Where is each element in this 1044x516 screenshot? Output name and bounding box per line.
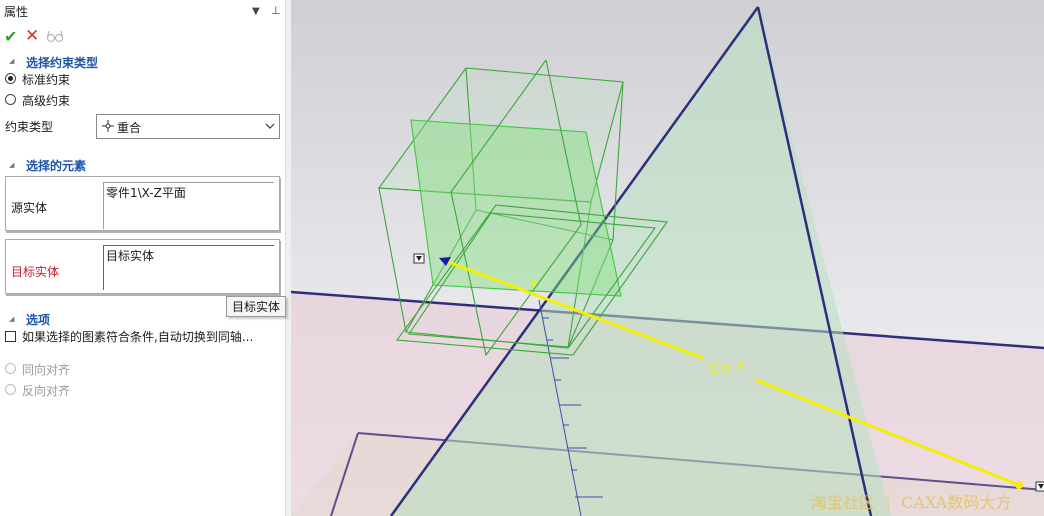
endpoint-marker-icon: [1015, 481, 1023, 489]
source-entity-field[interactable]: 零件1\X-Z平面: [103, 182, 274, 229]
section-title-selected-elements[interactable]: 选择的元素: [26, 157, 86, 174]
panel-title: 属性: [4, 5, 29, 19]
radio-advanced-constraint[interactable]: [5, 94, 16, 105]
close-icon[interactable]: ✕: [25, 26, 39, 46]
source-entity-value: 零件1\X-Z平面: [106, 186, 186, 200]
target-entity-label: 目标实体: [11, 265, 60, 279]
center-point-icon: [531, 280, 537, 286]
watermark: 淘宝社区 ｜ CAXA数码大方: [811, 493, 1011, 512]
section-title-options[interactable]: 选项: [26, 311, 50, 328]
radio-label-standard: 标准约束: [22, 73, 71, 87]
radio-standard-constraint[interactable]: [5, 73, 16, 84]
chevron-down-icon: [265, 120, 275, 134]
radio-label-same-direction: 同向对齐: [22, 363, 71, 377]
radio-label-advanced: 高级约束: [22, 94, 71, 108]
target-entity-field[interactable]: 目标实体: [103, 245, 274, 290]
auto-switch-label: 如果选择的图素符合条件,自动切换到同轴...: [22, 330, 254, 344]
dropdown-marker-icon: [1035, 481, 1044, 492]
collapse-triangle-icon[interactable]: ◢: [9, 57, 14, 65]
section-title-constraint-type[interactable]: 选择约束类型: [26, 54, 98, 71]
constraint-type-value: 重合: [117, 121, 142, 135]
dropdown-triangle-icon[interactable]: ▼: [252, 6, 260, 17]
property-panel: 属性 ▼ ⊥ ✔ ✕ ◢ 选择约束类型 标准约束 高级约束 约束类型 重合 ◢ …: [0, 0, 291, 516]
collapse-triangle-icon[interactable]: ◢: [9, 161, 14, 169]
target-entity-row[interactable]: 目标实体 目标实体: [5, 239, 280, 294]
radio-same-direction[interactable]: [5, 363, 16, 374]
coincident-icon: [101, 119, 115, 136]
constraint-type-select[interactable]: 重合: [96, 114, 280, 139]
tooltip: 目标实体: [226, 296, 287, 317]
tooltip-text: 目标实体: [232, 300, 281, 314]
target-entity-value: 目标实体: [106, 249, 155, 263]
preview-glasses-icon[interactable]: [46, 29, 64, 46]
3d-viewport[interactable]: Cn * 淘宝社区 ｜ CAXA数码大方: [291, 0, 1044, 516]
auto-switch-checkbox[interactable]: [5, 331, 16, 342]
source-entity-label: 源实体: [11, 201, 48, 215]
cursor-label: Cn *: [710, 359, 744, 378]
radio-opposite-direction[interactable]: [5, 384, 16, 395]
radio-label-opposite-direction: 反向对齐: [22, 384, 71, 398]
source-entity-row[interactable]: 源实体 零件1\X-Z平面: [5, 176, 280, 231]
dropdown-marker-icon: [413, 253, 425, 264]
constraint-type-label: 约束类型: [5, 120, 54, 134]
scene-canvas[interactable]: Cn * 淘宝社区 ｜ CAXA数码大方: [291, 0, 1044, 516]
collapse-triangle-icon[interactable]: ◢: [9, 315, 14, 323]
checkmark-icon[interactable]: ✔: [4, 27, 17, 46]
pin-icon[interactable]: ⊥: [271, 4, 281, 17]
